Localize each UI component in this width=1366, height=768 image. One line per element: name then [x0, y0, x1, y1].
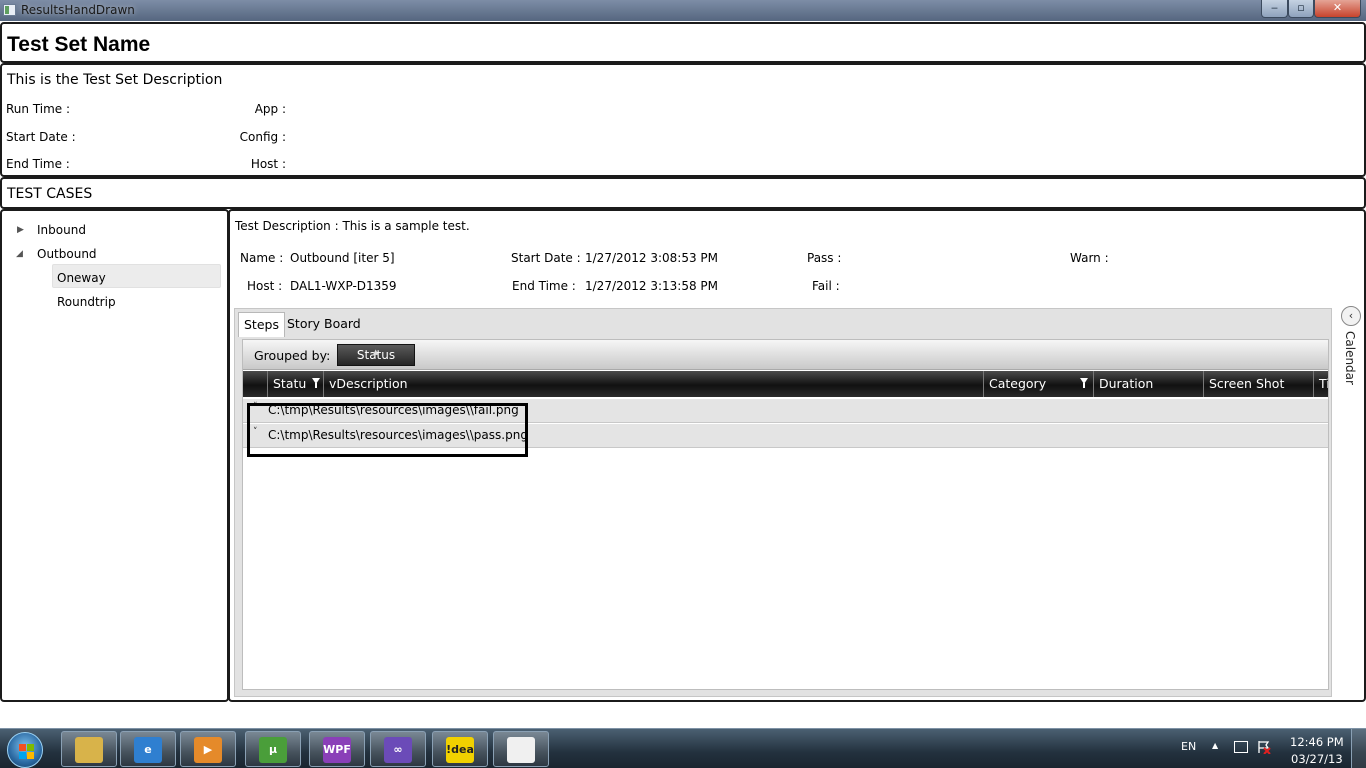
- start-date-value: 1/27/2012 3:08:53 PM: [585, 251, 719, 265]
- column-header-description[interactable]: vDescription: [323, 371, 983, 397]
- group-by-panel: Grouped by: ▲ Status: [243, 340, 1328, 370]
- close-button[interactable]: ✕: [1314, 0, 1361, 18]
- idea-icon: !dea: [446, 737, 474, 763]
- clock-date[interactable]: 03/27/13: [1291, 752, 1343, 766]
- tab-steps[interactable]: Steps: [238, 312, 285, 337]
- column-header-time[interactable]: Ti: [1313, 371, 1328, 397]
- show-desktop-button[interactable]: [1351, 729, 1366, 768]
- folder-icon: [75, 737, 103, 763]
- taskbar-visual-studio-button[interactable]: ∞: [370, 731, 426, 767]
- end-time-value: 1/27/2012 3:13:58 PM: [585, 279, 719, 293]
- test-set-description: This is the Test Set Description: [7, 72, 223, 88]
- taskbar-explorer-button[interactable]: [61, 731, 117, 767]
- page-title: Test Set Name: [7, 33, 151, 56]
- tree-item-oneway[interactable]: Oneway: [57, 271, 106, 285]
- taskbar-utorrent-button[interactable]: µ: [245, 731, 301, 767]
- test-cases-header-panel: TEST CASES: [0, 177, 1366, 209]
- column-header-status[interactable]: Statu: [267, 371, 323, 397]
- test-cases-title: TEST CASES: [7, 186, 93, 202]
- sort-up-icon: ▲: [373, 348, 379, 356]
- expand-inbound-icon[interactable]: ▶: [17, 225, 24, 235]
- steps-grid: Grouped by: ▲ Status Statu vDescription …: [242, 339, 1329, 690]
- utorrent-icon: µ: [259, 737, 287, 763]
- taskbar-internet-explorer-button[interactable]: e: [120, 731, 176, 767]
- taskbar-wpf-button[interactable]: WPF: [309, 731, 365, 767]
- window-title: ResultsHandDrawn: [21, 3, 135, 17]
- calendar-toggle-button[interactable]: ‹: [1341, 306, 1361, 326]
- name-label: Name :: [240, 251, 284, 265]
- pass-label: Pass :: [807, 251, 842, 265]
- wpf-icon: WPF: [323, 737, 351, 763]
- column-header-screen-shot[interactable]: Screen Shot: [1203, 371, 1313, 397]
- end-time-label: End Time :: [512, 279, 576, 293]
- action-center-icon[interactable]: [1257, 740, 1271, 755]
- taskbar-media-player-button[interactable]: ▶: [180, 731, 236, 767]
- internet-explorer-icon: e: [134, 737, 162, 763]
- warn-label: Warn :: [1070, 251, 1109, 265]
- test-description: Test Description : This is a sample test…: [235, 219, 470, 233]
- name-value: Outbound [iter 5]: [290, 251, 395, 265]
- start-date-label: Start Date :: [511, 251, 581, 265]
- visual-studio-icon: ∞: [384, 737, 412, 763]
- app-label: App :: [254, 102, 286, 116]
- test-case-tree: ▶ Inbound ◢ Outbound Oneway Roundtrip: [0, 209, 229, 702]
- collapse-outbound-icon[interactable]: ◢: [16, 249, 23, 259]
- run-time-label: Run Time :: [6, 102, 71, 116]
- window-title-bar[interactable]: ResultsHandDrawn ‒ ▫ ✕: [0, 0, 1366, 21]
- network-icon[interactable]: [1234, 741, 1248, 753]
- calendar-side-tab[interactable]: Calendar: [1343, 331, 1357, 385]
- column-header-duration[interactable]: Duration: [1093, 371, 1203, 397]
- document-icon: [507, 737, 535, 763]
- test-set-description-panel: This is the Test Set Description Run Tim…: [0, 63, 1366, 177]
- filter-icon[interactable]: [1080, 378, 1088, 388]
- start-date-label: Start Date :: [6, 130, 76, 144]
- host-label: Host :: [250, 157, 286, 171]
- filter-icon[interactable]: [312, 378, 320, 388]
- grouped-by-label: Grouped by:: [254, 348, 331, 363]
- language-indicator[interactable]: EN: [1181, 740, 1196, 753]
- host-value: DAL1-WXP-D1359: [290, 279, 397, 293]
- app-icon: [3, 4, 16, 16]
- fail-label: Fail :: [812, 279, 840, 293]
- start-button[interactable]: [7, 732, 43, 768]
- grid-header: Statu vDescription Category Duration Scr…: [243, 371, 1328, 397]
- test-set-name-panel: Test Set Name: [0, 22, 1366, 63]
- tree-item-roundtrip[interactable]: Roundtrip: [57, 295, 116, 309]
- maximize-button[interactable]: ▫: [1288, 0, 1314, 18]
- tab-story-board[interactable]: Story Board: [282, 312, 366, 337]
- clock-time[interactable]: 12:46 PM: [1290, 735, 1344, 749]
- config-label: Config :: [239, 130, 286, 144]
- tree-item-outbound[interactable]: Outbound: [37, 247, 97, 261]
- taskbar-document-button[interactable]: [493, 731, 549, 767]
- taskbar: e ▶ µ WPF ∞ !dea EN ▲ 12:46 PM 03/27/13: [0, 728, 1366, 768]
- highlight-box: [247, 403, 528, 457]
- tree-item-inbound[interactable]: Inbound: [37, 223, 86, 237]
- column-header-category[interactable]: Category: [983, 371, 1093, 397]
- show-hidden-icons-icon[interactable]: ▲: [1212, 741, 1218, 750]
- taskbar-idea-button[interactable]: !dea: [432, 731, 488, 767]
- host-label: Host :: [247, 279, 283, 293]
- minimize-button[interactable]: ‒: [1261, 0, 1288, 18]
- group-by-status-chip[interactable]: ▲ Status: [337, 344, 415, 366]
- media-player-icon: ▶: [194, 737, 222, 763]
- end-time-label: End Time :: [6, 157, 70, 171]
- steps-tab-control: Steps Story Board Grouped by: ▲ Status S…: [234, 308, 1332, 697]
